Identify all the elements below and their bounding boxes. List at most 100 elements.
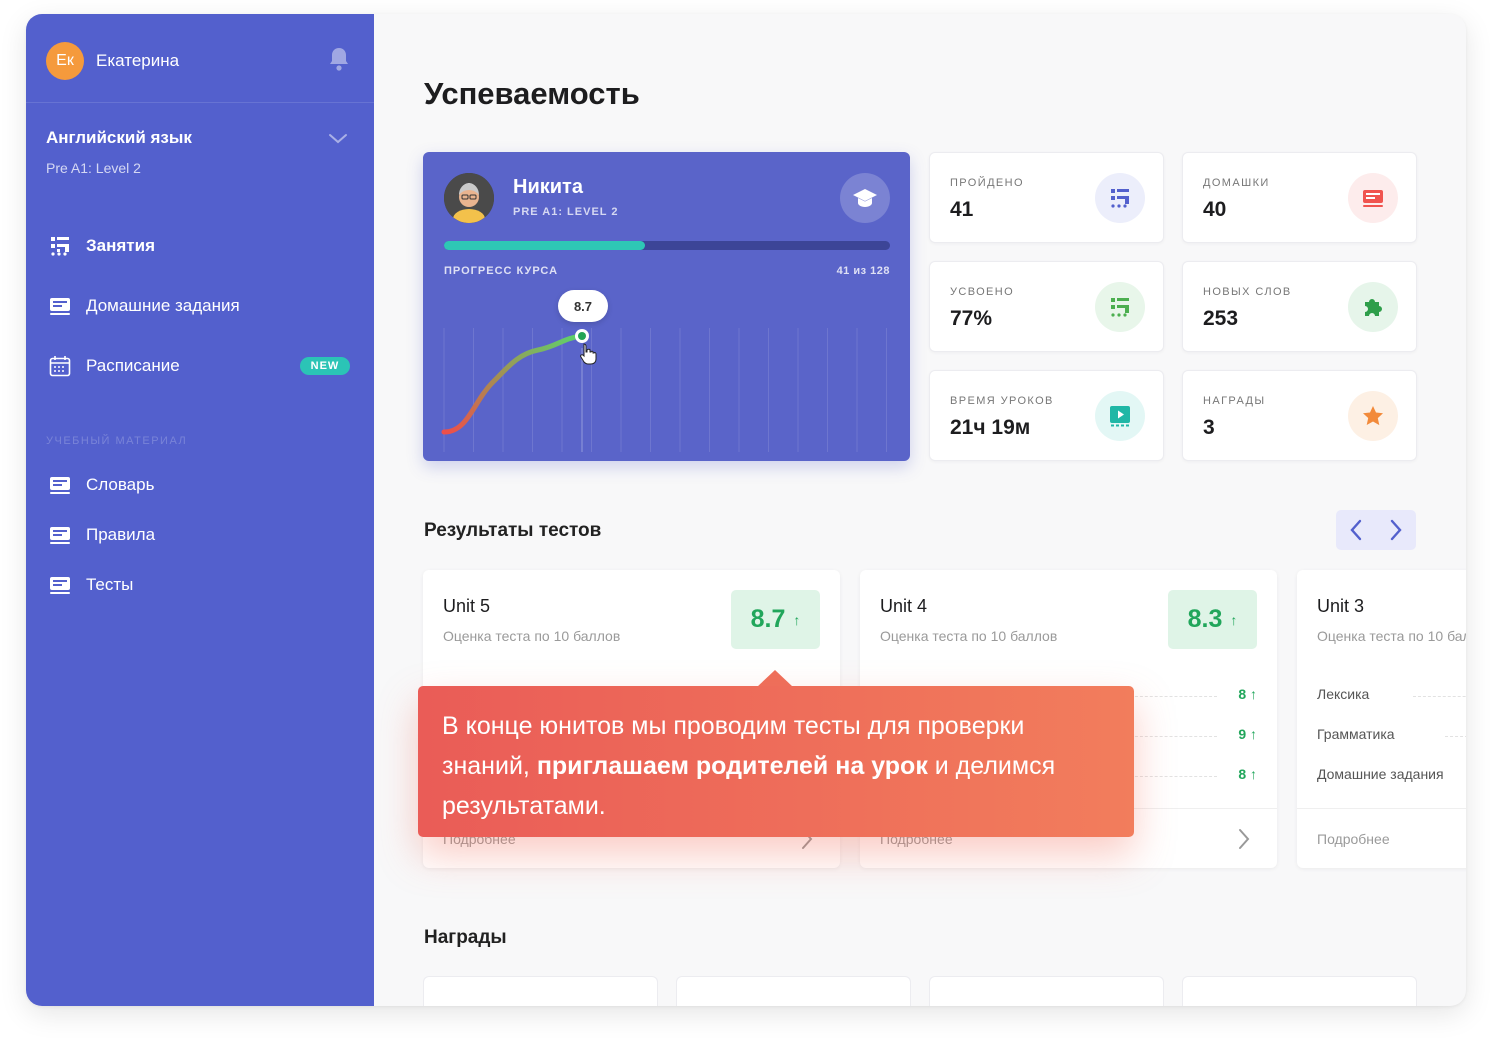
test-score: 8.7 — [750, 605, 786, 633]
callout-pointer — [757, 670, 793, 687]
test-result-row: Лексика — [1317, 686, 1466, 706]
stat-label: ПРОЙДЕНО — [950, 177, 1024, 189]
score-tooltip: 8.7 — [558, 290, 608, 322]
stat-label: ВРЕМЯ УРОКОВ — [950, 395, 1054, 407]
test-subtitle: Оценка теста по 10 баллов — [443, 628, 621, 644]
row-label: Лексика — [1317, 686, 1370, 702]
row-score: 8 ↑ — [1238, 686, 1257, 702]
stat-label: НОВЫХ СЛОВ — [1203, 286, 1292, 298]
stat-value: 21ч 19м — [950, 416, 1031, 439]
lessons-icon — [48, 234, 72, 258]
student-level: PRE A1: LEVEL 2 — [513, 206, 619, 218]
course-selector[interactable]: Английский язык Pre A1: Level 2 — [46, 128, 192, 176]
lessons-icon — [1095, 173, 1145, 223]
progress-label: ПРОГРЕСС КУРСА — [444, 265, 559, 277]
chevron-right-icon[interactable] — [1237, 827, 1251, 851]
test-unit-title: Unit 3 — [1317, 596, 1365, 616]
stat-card-new-words: НОВЫХ СЛОВ 253 — [1182, 261, 1417, 352]
stat-value: 41 — [950, 198, 974, 221]
course-progress-fill — [444, 241, 645, 250]
sidebar-item-label: Словарь — [86, 475, 155, 494]
new-badge: NEW — [300, 357, 350, 375]
avatar[interactable]: Ек — [46, 42, 84, 80]
user-profile[interactable]: Ек Екатерина — [46, 42, 179, 80]
stat-card-lesson-time: ВРЕМЯ УРОКОВ 21ч 19м — [929, 370, 1164, 461]
award-card[interactable] — [676, 976, 911, 1006]
star-icon — [1348, 391, 1398, 441]
row-divider — [1130, 696, 1217, 697]
sidebar-item-lessons[interactable]: Занятия — [48, 234, 155, 258]
row-score: 8 ↑ — [1238, 766, 1257, 782]
stat-card-awards: НАГРАДЫ 3 — [1182, 370, 1417, 461]
page-title: Успеваемость — [424, 76, 640, 111]
sidebar-item-dictionary[interactable]: Словарь — [48, 473, 154, 497]
dictionary-icon — [48, 473, 72, 497]
test-unit-title: Unit 5 — [443, 596, 491, 616]
sidebar-item-rules[interactable]: Правила — [48, 523, 155, 547]
course-progress-bar — [444, 241, 890, 250]
play-icon — [1095, 391, 1145, 441]
arrow-up-icon: ↑ — [793, 611, 801, 628]
row-label: Грамматика — [1317, 726, 1395, 742]
award-card[interactable] — [423, 976, 658, 1006]
stat-label: НАГРАДЫ — [1203, 395, 1266, 407]
tests-pager — [1336, 510, 1416, 550]
test-subtitle: Оценка теста по 10 баллов — [880, 628, 1058, 644]
arrow-up-icon: ↑ — [1230, 611, 1238, 628]
stat-card-mastered: УСВОЕНО 77% — [929, 261, 1164, 352]
course-level: Pre A1: Level 2 — [46, 160, 141, 176]
chevron-down-icon[interactable] — [328, 132, 348, 144]
student-progress-card: Никита PRE A1: LEVEL 2 ПРОГРЕСС КУРСА 41… — [423, 152, 910, 461]
student-avatar — [444, 173, 494, 223]
bell-icon[interactable] — [328, 46, 350, 72]
test-result-row: Грамматика — [1317, 726, 1466, 746]
homework-icon — [1348, 173, 1398, 223]
course-name: Английский язык — [46, 128, 192, 147]
sidebar-item-tests[interactable]: Тесты — [48, 573, 133, 597]
homework-icon — [48, 294, 72, 318]
test-subtitle: Оценка теста по 10 баллов — [1317, 628, 1466, 644]
test-score: 8.3 — [1187, 605, 1223, 633]
progress-count: 41 из 128 — [836, 265, 890, 277]
stat-label: УСВОЕНО — [950, 286, 1015, 298]
main-content: Успеваемость Никита PRE A1: LEVEL 2 ПРОГ… — [374, 14, 1466, 1006]
row-divider — [1130, 736, 1217, 737]
sidebar-item-homework[interactable]: Домашние задания — [48, 294, 240, 318]
sidebar-item-schedule[interactable]: Расписание — [48, 354, 180, 378]
awards-section-title: Награды — [424, 927, 507, 948]
test-card-footer: Подробнее — [1297, 808, 1466, 868]
info-callout: В конце юнитов мы проводим тесты для про… — [418, 686, 1134, 837]
app-window: Ек Екатерина Английский язык Pre A1: Lev… — [26, 14, 1466, 1006]
tests-icon — [48, 573, 72, 597]
student-name: Никита — [513, 176, 583, 198]
details-link[interactable]: Подробнее — [1317, 831, 1390, 847]
progress-sparkline — [441, 328, 887, 452]
sidebar-divider — [26, 102, 374, 103]
graduation-cap-icon[interactable] — [840, 173, 890, 223]
stat-value: 40 — [1203, 198, 1227, 221]
test-score-badge: 8.3 ↑ — [1168, 590, 1257, 649]
award-card[interactable] — [929, 976, 1164, 1006]
stat-value: 253 — [1203, 307, 1239, 330]
row-divider — [1445, 736, 1466, 737]
sidebar-item-label: Домашние задания — [86, 296, 240, 315]
next-arrow-icon[interactable] — [1376, 510, 1416, 550]
stat-label: ДОМАШКИ — [1203, 177, 1270, 189]
rules-icon — [48, 523, 72, 547]
hand-cursor-icon — [580, 343, 597, 365]
stat-card-completed: ПРОЙДЕНО 41 — [929, 152, 1164, 243]
section-label: УЧЕБНЫЙ МАТЕРИАЛ — [46, 435, 188, 447]
test-unit-title: Unit 4 — [880, 596, 928, 616]
award-card[interactable] — [1182, 976, 1417, 1006]
callout-text-bold: приглашаем родителей на урок — [536, 752, 928, 780]
row-label: Домашние задания — [1317, 766, 1444, 782]
sidebar-item-label: Расписание — [86, 356, 180, 375]
test-score-badge: 8.7 ↑ — [731, 590, 820, 649]
tests-section-title: Результаты тестов — [424, 520, 602, 541]
calendar-icon — [48, 354, 72, 378]
test-card-unit3[interactable]: Unit 3 Оценка теста по 10 баллов Лексика… — [1297, 570, 1466, 868]
row-score: 9 ↑ — [1238, 726, 1257, 742]
prev-arrow-icon[interactable] — [1336, 510, 1376, 550]
puzzle-icon — [1348, 282, 1398, 332]
stat-card-homework: ДОМАШКИ 40 — [1182, 152, 1417, 243]
